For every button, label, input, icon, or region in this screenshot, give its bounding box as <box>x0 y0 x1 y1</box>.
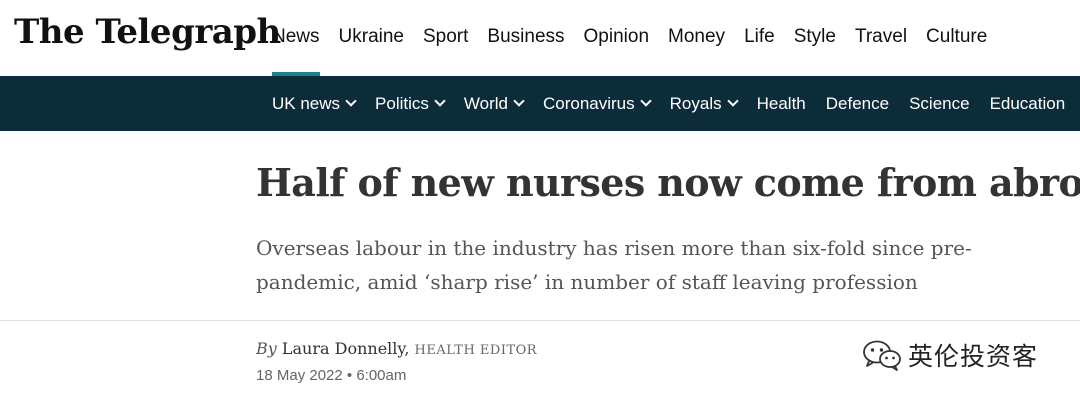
nav-sport[interactable]: Sport <box>423 0 468 76</box>
nav-life[interactable]: Life <box>744 0 775 76</box>
nav-style[interactable]: Style <box>794 0 836 76</box>
chevron-down-icon <box>513 94 525 107</box>
main-nav: News Ukraine Sport Business Opinion Mone… <box>272 0 1006 76</box>
subnav-education[interactable]: Education <box>990 94 1066 114</box>
subnav-health[interactable]: Health <box>757 94 806 114</box>
article-standfirst: Overseas labour in the industry has rise… <box>256 236 972 294</box>
nav-business[interactable]: Business <box>487 0 564 76</box>
divider <box>0 320 1080 321</box>
nav-ukraine[interactable]: Ukraine <box>339 0 404 76</box>
nav-culture[interactable]: Culture <box>926 0 987 76</box>
nav-news[interactable]: News <box>272 0 320 76</box>
byline: By Laura Donnelly, HEALTH EDITOR <box>256 339 537 358</box>
nav-travel[interactable]: Travel <box>855 0 907 76</box>
subnav-politics[interactable]: Politics <box>375 93 446 114</box>
subnav-label: UK news <box>272 93 341 113</box>
subnav-coronavirus[interactable]: Coronavirus <box>542 93 652 114</box>
wechat-icon <box>863 340 901 371</box>
publish-date: 18 May 2022 • 6:00am <box>256 367 407 384</box>
chevron-down-icon <box>345 94 357 107</box>
subnav-label: Coronavirus <box>542 93 635 113</box>
chevron-down-icon <box>726 94 739 107</box>
top-bar: The Telegraph News Ukraine Sport Busines… <box>0 0 1080 76</box>
subnav-label: Royals <box>669 93 722 113</box>
telegraph-logo[interactable]: The Telegraph <box>14 12 281 52</box>
subnav-defence[interactable]: Defence <box>826 94 889 114</box>
author-link[interactable]: Laura Donnelly, <box>282 339 410 358</box>
byline-prefix: By <box>256 339 277 358</box>
sub-nav: UK news Politics World Coronavirus Royal… <box>0 76 1080 131</box>
watermark: 英伦投资客 <box>862 337 1038 373</box>
subnav-world[interactable]: World <box>463 93 525 114</box>
subnav-uk-news[interactable]: UK news <box>272 93 357 114</box>
subnav-label: World <box>463 93 508 113</box>
subnav-royals[interactable]: Royals <box>669 93 739 114</box>
nav-opinion[interactable]: Opinion <box>584 0 650 76</box>
author-role: HEALTH EDITOR <box>414 343 538 358</box>
subnav-science[interactable]: Science <box>909 94 969 114</box>
chevron-down-icon <box>434 94 446 107</box>
chevron-down-icon <box>639 94 652 107</box>
watermark-text: 英伦投资客 <box>908 342 1039 371</box>
nav-money[interactable]: Money <box>668 0 725 76</box>
article-headline: Half of new nurses now come from abroad <box>256 160 1080 205</box>
subnav-label: Politics <box>375 93 429 113</box>
